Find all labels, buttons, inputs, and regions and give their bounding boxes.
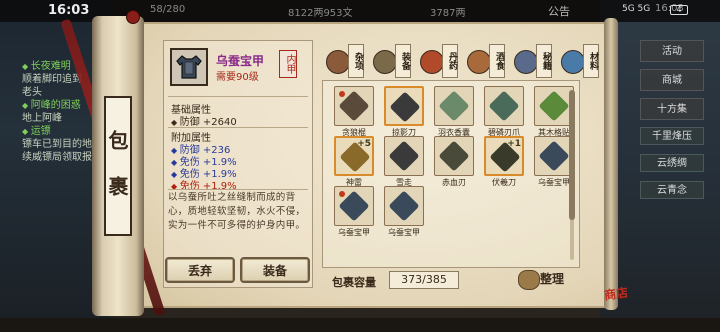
- system-time: 16:03: [48, 3, 90, 18]
- scroll-right-rod: [604, 18, 618, 310]
- inventory-slot[interactable]: +5: [334, 136, 374, 176]
- equip-button[interactable]: 装备: [240, 257, 310, 283]
- category-label: 酒食: [489, 44, 505, 78]
- stat-line: 防御 +2640: [171, 113, 237, 128]
- resource-energy: 58/280: [150, 4, 186, 15]
- activity-button[interactable]: 活动: [640, 40, 704, 62]
- divider: [168, 96, 308, 97]
- shop-button[interactable]: 商城: [640, 69, 704, 91]
- panel-title: 包裹: [104, 96, 132, 236]
- slot-item-name: 乌蚕宝甲: [338, 228, 370, 237]
- category-icon: [467, 50, 491, 74]
- right-menu: 活动 商城 十方集 千里烽压 云绣绸 云青念: [640, 40, 704, 208]
- category-icon: [420, 50, 444, 74]
- side-entry-3[interactable]: 云青念: [640, 181, 704, 199]
- category-label: 装备: [395, 44, 411, 78]
- inventory-slot[interactable]: [334, 86, 374, 126]
- side-entry-1[interactable]: 千里烽压: [640, 127, 704, 145]
- category-icon: [373, 50, 397, 74]
- capacity-value: 373/385: [389, 271, 459, 289]
- item-description: 以乌蚕所吐之丝缝制而成的背心，质地轻软坚韧，水火不侵，实为一件不可多得的护身内甲…: [168, 192, 306, 231]
- tab-1[interactable]: 装备: [371, 44, 413, 78]
- item-requirement: 需要90级: [216, 72, 259, 83]
- slot-item-name: 伏羲刀: [492, 178, 516, 187]
- bag-icon[interactable]: [518, 270, 540, 290]
- new-item-mark-icon: [339, 191, 345, 197]
- category-label: 杂项: [348, 44, 364, 78]
- slot-item-name: 赤血刃: [442, 178, 466, 187]
- category-icon: [561, 50, 585, 74]
- slot-item-name: 乌蚕宝甲: [388, 228, 420, 237]
- enhance-level: +5: [357, 139, 371, 149]
- battery-icon: 4: [670, 5, 688, 15]
- inventory-slot[interactable]: [384, 86, 424, 126]
- network-indicator: 5G 5G: [622, 4, 651, 14]
- resource-gold: 3787两: [430, 8, 466, 19]
- item-type-seal: 内甲: [279, 50, 297, 78]
- inventory-scrollbar[interactable]: [569, 90, 575, 260]
- inventory-slot[interactable]: +1: [484, 136, 524, 176]
- market-button[interactable]: 十方集: [640, 98, 704, 120]
- scroll-left-rod: 包裹: [92, 16, 144, 316]
- inventory-slot[interactable]: [434, 136, 474, 176]
- divider: [168, 127, 308, 128]
- item-icon: [388, 190, 420, 222]
- inventory-slot[interactable]: [534, 86, 574, 126]
- side-entry-2[interactable]: 云绣绸: [640, 154, 704, 172]
- item-icon: [438, 140, 470, 172]
- notice-button[interactable]: 公告: [548, 3, 570, 19]
- tab-0[interactable]: 杂项: [324, 44, 366, 78]
- category-label: 材料: [583, 44, 599, 78]
- tab-2[interactable]: 丹药: [418, 44, 460, 78]
- shop-stamp[interactable]: 商店: [603, 283, 629, 303]
- inventory-slot[interactable]: [434, 86, 474, 126]
- item-icon: [438, 90, 470, 122]
- inventory-slot[interactable]: [534, 136, 574, 176]
- tab-4[interactable]: 秘籍: [512, 44, 554, 78]
- inventory-slot[interactable]: [334, 186, 374, 226]
- inventory-slot[interactable]: [384, 186, 424, 226]
- item-icon: [388, 140, 420, 172]
- new-item-mark-icon: [339, 91, 345, 97]
- item-icon: [389, 91, 421, 123]
- discard-button[interactable]: 丢弃: [165, 257, 235, 283]
- scrollbar-thumb[interactable]: [569, 90, 575, 220]
- item-icon: [538, 90, 570, 122]
- category-label: 秘籍: [536, 44, 552, 78]
- divider: [168, 189, 308, 190]
- inventory-slot[interactable]: [484, 86, 524, 126]
- item-name: 乌蚕宝甲: [216, 54, 265, 68]
- category-label: 丹药: [442, 44, 458, 78]
- tassel-knot: [126, 10, 140, 24]
- tab-5[interactable]: 材料: [559, 44, 601, 78]
- category-icon: [326, 50, 350, 74]
- item-icon: [488, 90, 520, 122]
- resource-silver: 8122两953文: [288, 8, 353, 19]
- item-icon: [538, 140, 570, 172]
- selected-item-icon: [170, 48, 208, 86]
- enhance-level: +1: [507, 139, 521, 149]
- sort-button[interactable]: 整理: [540, 270, 564, 287]
- bottom-bar: [0, 318, 720, 332]
- inventory-slot[interactable]: [384, 136, 424, 176]
- tab-3[interactable]: 酒食: [465, 44, 507, 78]
- armor-icon: [176, 55, 202, 79]
- category-icon: [514, 50, 538, 74]
- capacity-label: 包裹容量: [332, 276, 376, 289]
